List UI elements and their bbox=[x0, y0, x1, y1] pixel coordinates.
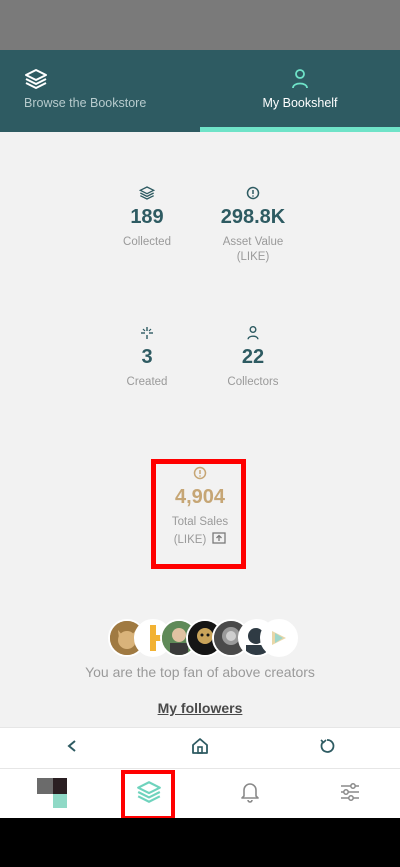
tab-shelf-label: My Bookshelf bbox=[262, 96, 338, 110]
settings-sliders-icon bbox=[339, 782, 361, 807]
asset-unit: (LIKE) bbox=[236, 251, 270, 263]
system-nav-bar bbox=[0, 818, 400, 867]
home-icon bbox=[191, 737, 209, 760]
stat-collected[interactable]: 189 Collected bbox=[92, 184, 202, 250]
collectors-label: Collectors bbox=[227, 376, 279, 388]
created-value: 3 bbox=[141, 346, 153, 368]
created-label: Created bbox=[126, 376, 168, 388]
collectors-value: 22 bbox=[241, 346, 265, 368]
my-followers-link[interactable]: My followers bbox=[0, 700, 400, 716]
user-icon bbox=[246, 324, 260, 342]
status-bar bbox=[0, 0, 400, 50]
top-fan-text: You are the top fan of above creators bbox=[85, 664, 315, 680]
nav-app-logo[interactable] bbox=[22, 769, 82, 819]
avatar[interactable] bbox=[260, 619, 298, 657]
tab-browse-label: Browse the Bookstore bbox=[24, 96, 147, 110]
stat-collectors[interactable]: 22 Collectors bbox=[198, 324, 308, 390]
bottom-nav bbox=[0, 768, 400, 818]
nav-notifications[interactable] bbox=[220, 769, 280, 819]
top-tabs: Browse the Bookstore My Bookshelf bbox=[0, 50, 400, 132]
asset-value: 298.8K bbox=[220, 206, 286, 228]
app-logo-icon bbox=[35, 776, 69, 813]
home-button[interactable] bbox=[180, 728, 220, 769]
collected-label: Collected bbox=[123, 236, 171, 248]
refresh-icon bbox=[319, 738, 335, 759]
total-sales-highlight bbox=[151, 459, 246, 569]
creator-avatars[interactable] bbox=[108, 619, 298, 657]
back-button[interactable] bbox=[52, 728, 92, 769]
nav-bookshelf-highlight bbox=[121, 770, 175, 820]
tab-my-bookshelf[interactable]: My Bookshelf bbox=[200, 50, 400, 132]
layers-icon bbox=[24, 68, 48, 90]
tab-browse-bookstore[interactable]: Browse the Bookstore bbox=[0, 50, 200, 132]
info-icon bbox=[246, 184, 260, 202]
stat-created[interactable]: 3 Created bbox=[92, 324, 202, 390]
user-icon bbox=[290, 68, 310, 90]
bell-icon bbox=[240, 781, 260, 808]
asset-label: Asset Value bbox=[222, 236, 284, 248]
stat-asset-value[interactable]: 298.8K Asset Value (LIKE) bbox=[198, 184, 308, 265]
collected-value: 189 bbox=[130, 206, 164, 228]
back-icon bbox=[66, 739, 78, 758]
sparkle-icon bbox=[140, 324, 154, 342]
browser-toolbar bbox=[0, 727, 400, 768]
refresh-button[interactable] bbox=[307, 728, 347, 769]
nav-settings[interactable] bbox=[320, 769, 380, 819]
layers-icon bbox=[139, 184, 155, 202]
